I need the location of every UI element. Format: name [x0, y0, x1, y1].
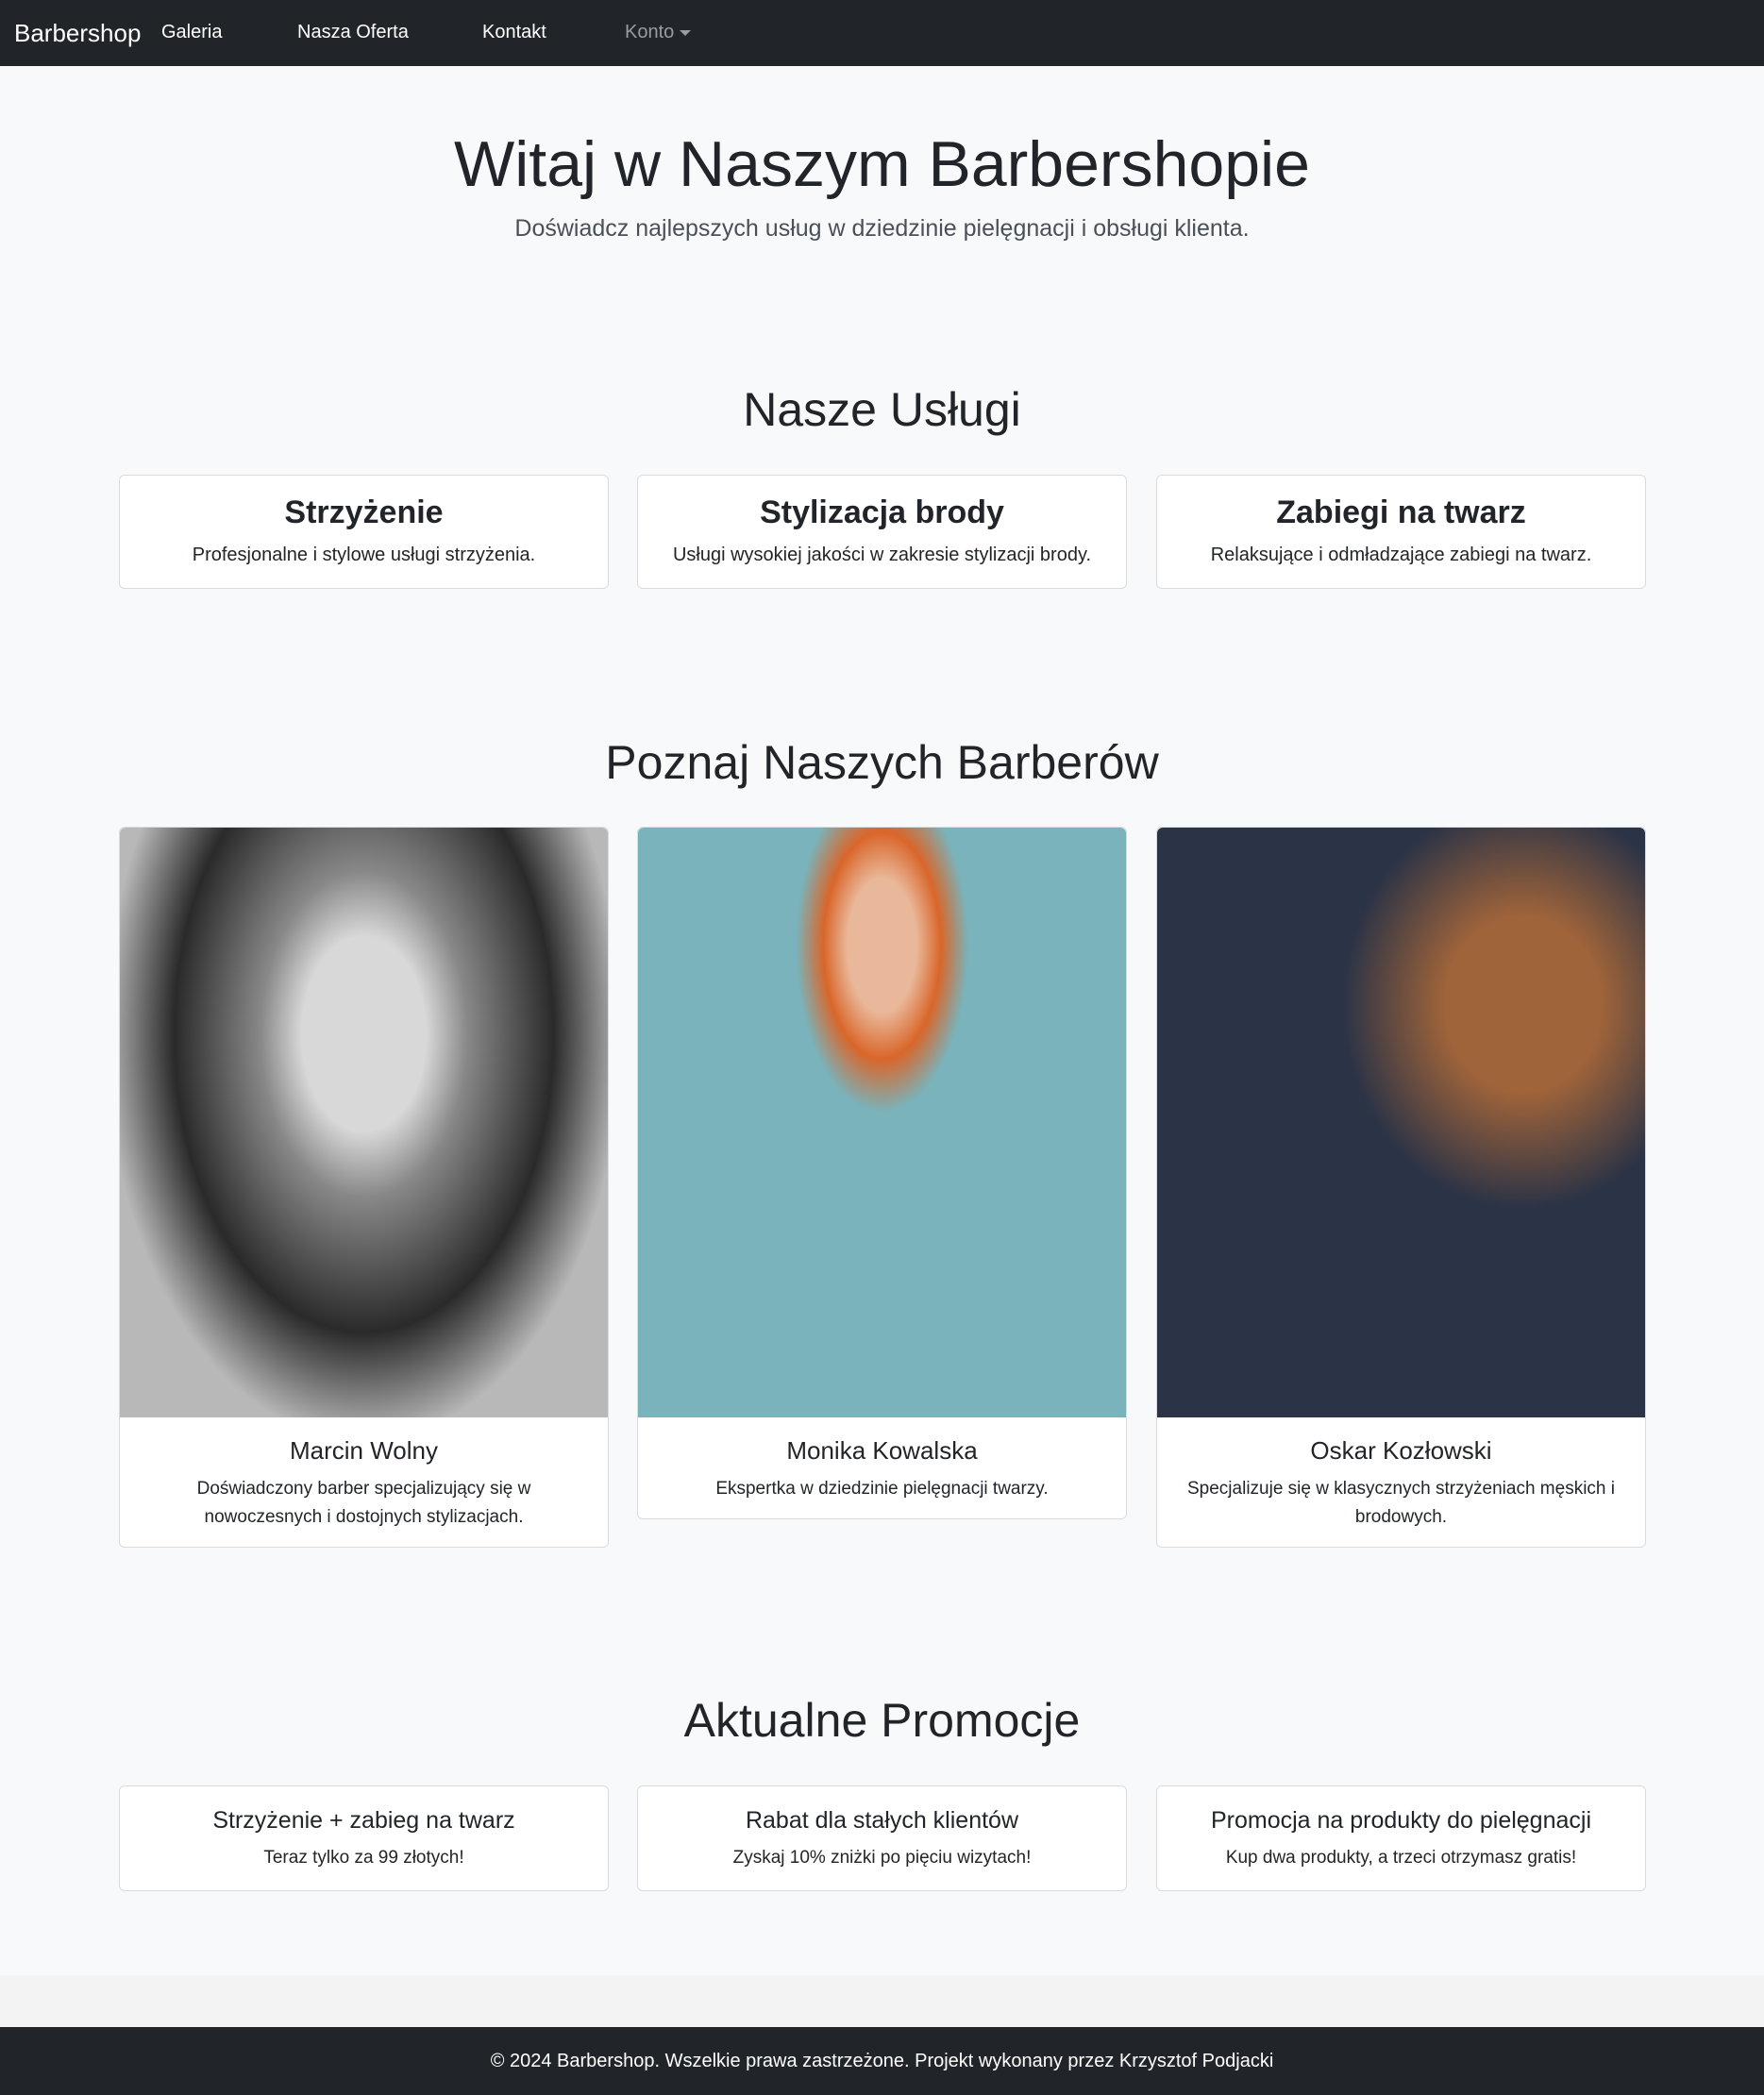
barber-name: Monika Kowalska	[786, 1436, 978, 1465]
service-title: Strzyżenie	[284, 494, 444, 530]
barber-text: Specjalizuje się w klasycznych strzyżeni…	[1187, 1479, 1615, 1527]
barber-photo	[120, 828, 608, 1417]
services-heading: Nasze Usługi	[743, 383, 1021, 436]
promo-title: Strzyżenie + zabieg na twarz	[212, 1807, 515, 1834]
promo-text: Teraz tylko za 99 złotych!	[263, 1848, 464, 1868]
service-card: Zabiegi na twarz Relaksujące i odmładzają…	[1156, 475, 1646, 589]
barber-card: Marcin Wolny Doświadczony barber specjal…	[119, 827, 609, 1548]
promo-card: Promocja na produkty do pielęgnacji Kup d…	[1156, 1785, 1646, 1891]
service-text: Relaksujące i odmładzające zabiegi na tw…	[1210, 545, 1592, 565]
promos-heading: Aktualne Promocje	[683, 1694, 1081, 1747]
brand-link[interactable]: Barbershop	[14, 19, 141, 48]
barber-text: Ekspertka w dziedzinie pielęgnacji twarz…	[715, 1479, 1049, 1499]
nav-galeria[interactable]: Galeria	[161, 22, 222, 43]
barber-photo	[1157, 828, 1645, 1417]
service-text: Profesjonalne i stylowe usługi strzyżeni…	[192, 545, 536, 565]
footer-spacer	[0, 1975, 1764, 2027]
footer: © 2024 Barbershop. Wszelkie prawa zastrz…	[0, 2027, 1764, 2095]
service-title: Stylizacja brody	[760, 494, 1004, 530]
promo-card: Strzyżenie + zabieg na twarz Teraz tylko …	[119, 1785, 609, 1891]
service-text: Usługi wysokiej jakości w zakresie styli…	[672, 545, 1092, 565]
barber-photo	[638, 828, 1126, 1417]
service-title: Zabiegi na twarz	[1276, 494, 1526, 530]
nav-kontakt[interactable]: Kontakt	[482, 22, 546, 43]
nav-konto-dropdown[interactable]: Konto	[625, 22, 692, 43]
barber-text: Doświadczony barber specjalizujący się w…	[196, 1479, 531, 1527]
barbers-heading: Poznaj Naszych Barberów	[605, 736, 1159, 789]
navbar: Barbershop Galeria Nasza Oferta Kontakt …	[0, 0, 1764, 66]
barber-card: Oskar Kozłowski Specjalizuje się w klasy…	[1156, 827, 1646, 1548]
barber-name: Oskar Kozłowski	[1310, 1436, 1492, 1465]
service-card: Stylizacja brody Usługi wysokiej jakości …	[637, 475, 1127, 589]
promo-card: Rabat dla stałych klientów Zyskaj 10% zni…	[637, 1785, 1127, 1891]
nav-nasza-oferta[interactable]: Nasza Oferta	[297, 22, 409, 43]
promo-title: Rabat dla stałych klientów	[745, 1807, 1019, 1834]
konto-label: Konto	[625, 22, 675, 42]
promo-text: Zyskaj 10% zniżki po pięciu wizytach!	[732, 1848, 1032, 1868]
service-card: Strzyżenie Profesjonalne i stylowe usługi…	[119, 475, 609, 589]
caret-down-icon	[680, 29, 692, 36]
promo-title: Promocja na produkty do pielęgnacji	[1210, 1807, 1591, 1834]
barber-name: Marcin Wolny	[289, 1436, 438, 1465]
barber-card: Monika Kowalska Ekspertka w dziedzinie p…	[637, 827, 1127, 1519]
hero-subtitle: Doświadcz najlepszych usług w dziedzinie…	[514, 215, 1250, 242]
promo-text: Kup dwa produkty, a trzeci otrzymasz gra…	[1225, 1848, 1577, 1868]
hero-title: Witaj w Naszym Barbershopie	[454, 128, 1310, 200]
